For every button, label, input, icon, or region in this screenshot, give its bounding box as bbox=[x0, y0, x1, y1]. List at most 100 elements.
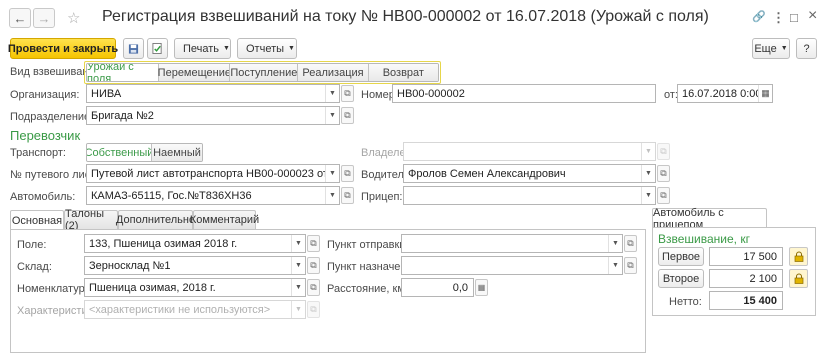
help-button[interactable]: ? bbox=[796, 38, 817, 59]
dropdown-arrow-icon[interactable]: ▼ bbox=[325, 187, 339, 204]
weighing-type-selector: Урожай с поля Перемещение Поступление Ре… bbox=[86, 63, 439, 82]
dropdown-arrow-icon[interactable]: ▼ bbox=[608, 257, 622, 274]
weighing-title: Взвешивание, кг bbox=[658, 232, 750, 246]
open-waybill-button[interactable]: ⧉ bbox=[341, 165, 354, 182]
tab-additional[interactable]: Дополнительно bbox=[116, 210, 195, 229]
tab-main[interactable]: Основная bbox=[10, 210, 64, 230]
warehouse-label: Склад: bbox=[17, 261, 52, 273]
warehouse-field[interactable]: Зерносклад №1 ▼ bbox=[84, 256, 306, 275]
field-label: Поле: bbox=[17, 239, 47, 251]
transport-option-hired[interactable]: Наемный bbox=[151, 144, 202, 161]
organization-field[interactable]: НИВА ▼ bbox=[86, 84, 340, 103]
weighing-type-option-sale[interactable]: Реализация bbox=[297, 64, 368, 81]
departure-label: Пункт отправки: bbox=[327, 239, 409, 251]
open-departure-button[interactable]: ⧉ bbox=[624, 235, 637, 252]
open-field-button[interactable]: ⧉ bbox=[307, 235, 320, 252]
dropdown-arrow-icon[interactable]: ▼ bbox=[608, 235, 622, 252]
second-weighing-button[interactable]: Второе bbox=[658, 269, 704, 288]
net-label: Нетто: bbox=[669, 296, 702, 308]
nomenclature-label: Номенклатура: bbox=[17, 283, 94, 295]
transport-label: Транспорт: bbox=[10, 147, 66, 159]
back-button[interactable]: ← bbox=[9, 8, 31, 28]
more-vert-icon[interactable]: ⋮ bbox=[772, 10, 785, 26]
weighing-type-option-receipt[interactable]: Поступление bbox=[229, 64, 297, 81]
first-weighing-button[interactable]: Первое bbox=[658, 247, 704, 266]
transport-option-own[interactable]: Собственный bbox=[87, 144, 153, 161]
number-field[interactable]: НВ00-000002 bbox=[392, 84, 656, 103]
vehicle-field[interactable]: КАМАЗ-65115, Гос.№Т836ХН36 ▼ bbox=[86, 186, 340, 205]
dropdown-arrow-icon[interactable]: ▼ bbox=[325, 165, 339, 182]
open-nomenclature-button[interactable]: ⧉ bbox=[307, 279, 320, 296]
dropdown-arrow-icon[interactable]: ▼ bbox=[325, 107, 339, 124]
weighing-type-option-transfer[interactable]: Перемещение bbox=[158, 64, 231, 81]
first-weighing-value[interactable]: 17 500 bbox=[709, 247, 783, 266]
close-icon[interactable]: × bbox=[808, 7, 817, 25]
page-title: Регистрация взвешиваний на току № НВ00-0… bbox=[102, 8, 709, 25]
forward-button[interactable]: → bbox=[33, 8, 55, 28]
distance-label: Расстояние, км: bbox=[327, 283, 408, 295]
open-department-button[interactable]: ⧉ bbox=[341, 107, 354, 124]
dropdown-arrow-icon[interactable]: ▼ bbox=[291, 235, 305, 252]
department-field[interactable]: Бригада №2 ▼ bbox=[86, 106, 340, 125]
net-weight-value: 15 400 bbox=[709, 291, 783, 310]
field-field[interactable]: 133, Пшеница озимая 2018 г. ▼ bbox=[84, 234, 306, 253]
second-weighing-value[interactable]: 2 100 bbox=[709, 269, 783, 288]
lock-icon[interactable] bbox=[789, 247, 808, 266]
dropdown-arrow-icon[interactable]: ▼ bbox=[325, 85, 339, 102]
open-owner-button[interactable]: ⧉ bbox=[657, 143, 670, 160]
open-vehicle-button[interactable]: ⧉ bbox=[341, 187, 354, 204]
weighing-type-option-harvest[interactable]: Урожай с поля bbox=[87, 64, 159, 81]
tab-comment[interactable]: Комментарий bbox=[190, 210, 259, 229]
calendar-icon[interactable]: ▦ bbox=[758, 85, 772, 102]
dropdown-arrow-icon[interactable]: ▼ bbox=[641, 143, 655, 160]
save-icon bbox=[128, 43, 139, 54]
nomenclature-field[interactable]: Пшеница озимая, 2018 г. ▼ bbox=[84, 278, 306, 297]
save-button[interactable] bbox=[123, 38, 144, 59]
dropdown-arrow-icon[interactable]: ▼ bbox=[641, 187, 655, 204]
driver-field[interactable]: Фролов Семен Александрович ▼ bbox=[403, 164, 656, 183]
tab-coupons[interactable]: Талоны (2) bbox=[64, 208, 118, 232]
back-arrow-icon: ← bbox=[13, 10, 27, 26]
waybill-field[interactable]: Путевой лист автотранспорта НВ00-000023 … bbox=[86, 164, 340, 183]
distance-field[interactable]: 0,0 bbox=[401, 278, 474, 297]
trailer-field[interactable]: ▼ bbox=[403, 186, 656, 205]
calculator-button[interactable]: ▦ bbox=[475, 279, 488, 296]
trailer-label: Прицеп: bbox=[361, 191, 403, 203]
chevron-down-icon: ▼ bbox=[223, 45, 230, 52]
open-characteristic-button[interactable]: ⧉ bbox=[307, 301, 320, 318]
chevron-down-icon: ▼ bbox=[780, 45, 788, 52]
favorite-star-icon[interactable]: ☆ bbox=[67, 9, 80, 27]
carrier-section-title: Перевозчик bbox=[10, 128, 81, 143]
weighing-tab[interactable]: Автомобиль с прицепом bbox=[652, 207, 767, 231]
post-and-close-button[interactable]: Провести и закрыть bbox=[8, 38, 118, 59]
open-destination-button[interactable]: ⧉ bbox=[624, 257, 637, 274]
open-organization-button[interactable]: ⧉ bbox=[341, 85, 354, 102]
weighing-type-option-return[interactable]: Возврат bbox=[367, 64, 438, 81]
dropdown-arrow-icon[interactable]: ▼ bbox=[291, 301, 305, 318]
departure-field[interactable]: ▼ bbox=[401, 234, 623, 253]
lock-icon[interactable] bbox=[789, 269, 808, 288]
dropdown-arrow-icon[interactable]: ▼ bbox=[291, 279, 305, 296]
post-document-icon bbox=[152, 43, 162, 54]
maximize-icon[interactable]: □ bbox=[790, 10, 798, 25]
vehicle-label: Автомобиль: bbox=[10, 191, 76, 203]
more-button[interactable]: Еще ▼ bbox=[752, 38, 790, 59]
reports-button[interactable]: Отчеты ▼ bbox=[237, 38, 297, 59]
date-field[interactable]: 16.07.2018 0:00:00▦ bbox=[677, 84, 773, 103]
link-icon[interactable]: 🔗 bbox=[752, 10, 766, 23]
open-trailer-button[interactable]: ⧉ bbox=[657, 187, 670, 204]
dropdown-arrow-icon[interactable]: ▼ bbox=[291, 257, 305, 274]
date-label: от: bbox=[664, 89, 678, 101]
forward-arrow-icon: → bbox=[37, 10, 51, 26]
dropdown-arrow-icon[interactable]: ▼ bbox=[641, 165, 655, 182]
owner-field[interactable]: ▼ bbox=[403, 142, 656, 161]
open-warehouse-button[interactable]: ⧉ bbox=[307, 257, 320, 274]
characteristic-field[interactable]: <характеристики не используются> ▼ bbox=[84, 300, 306, 319]
transport-selector: Собственный Наемный bbox=[86, 143, 203, 162]
print-button[interactable]: Печать ▼ bbox=[174, 38, 231, 59]
destination-field[interactable]: ▼ bbox=[401, 256, 623, 275]
department-label: Подразделение: bbox=[10, 111, 94, 123]
organization-label: Организация: bbox=[10, 89, 80, 101]
open-driver-button[interactable]: ⧉ bbox=[657, 165, 670, 182]
post-button[interactable] bbox=[147, 38, 168, 59]
